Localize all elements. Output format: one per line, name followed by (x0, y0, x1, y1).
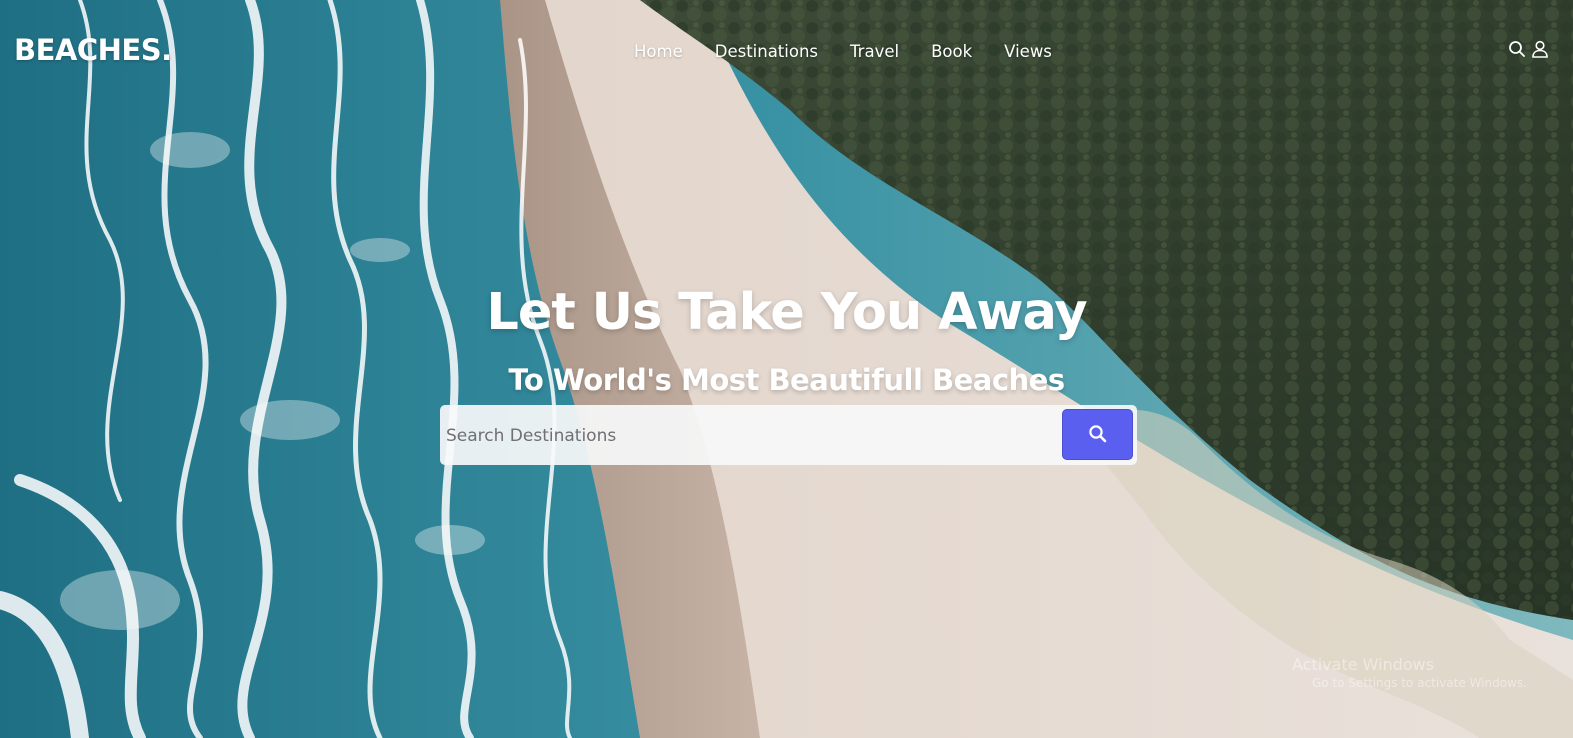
search-bar (440, 405, 1137, 465)
search-icon[interactable] (1508, 40, 1526, 58)
user-icon[interactable] (1531, 40, 1549, 58)
nav-link-destinations[interactable]: Destinations (715, 42, 818, 61)
navbar: BEACHES. Home Destinations Travel Book V… (0, 0, 1573, 104)
watermark-subtitle: Go to Settings to activate Windows. (1312, 676, 1527, 690)
nav-link-travel[interactable]: Travel (850, 42, 899, 61)
nav-icons (1508, 40, 1549, 58)
logo[interactable]: BEACHES. (14, 33, 172, 67)
hero-subheadline: To World's Most Beautifull Beaches (508, 363, 1065, 397)
watermark-title: Activate Windows (1292, 655, 1435, 674)
search-icon (1089, 425, 1107, 443)
nav-link-book[interactable]: Book (931, 42, 972, 61)
hero-section: BEACHES. Home Destinations Travel Book V… (0, 0, 1573, 738)
nav-links: Home Destinations Travel Book Views (634, 42, 1084, 61)
hero-headline: Let Us Take You Away (486, 283, 1087, 342)
search-button[interactable] (1062, 409, 1133, 460)
nav-link-home[interactable]: Home (634, 42, 683, 61)
os-activation-watermark: Activate Windows Go to Settings to activ… (1292, 655, 1527, 691)
search-input[interactable] (444, 419, 1048, 453)
nav-link-views[interactable]: Views (1004, 42, 1052, 61)
